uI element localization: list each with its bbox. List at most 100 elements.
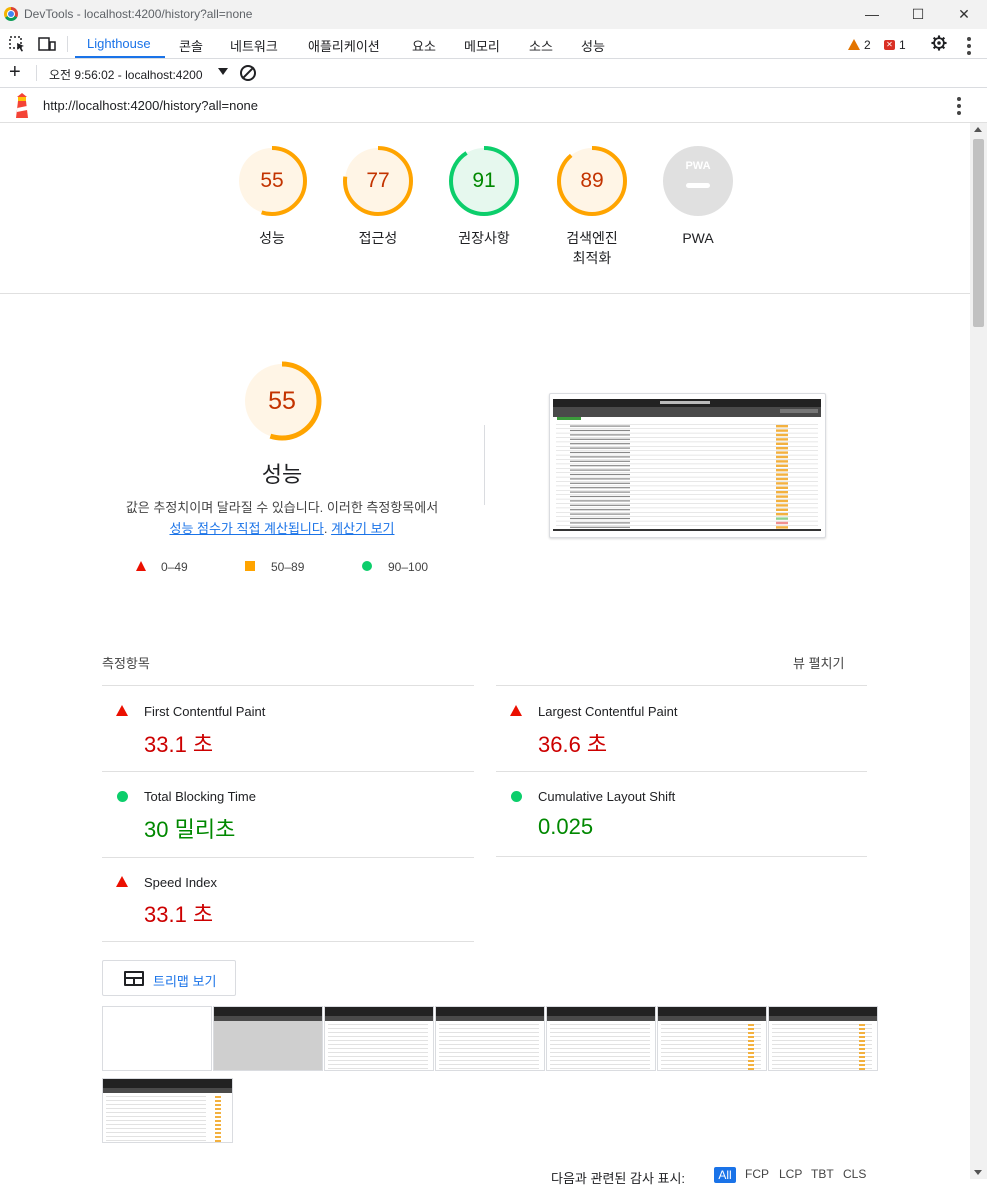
minimize-button[interactable]: — <box>861 4 883 24</box>
scroll-down-icon[interactable] <box>974 1170 982 1175</box>
report-scrollbar[interactable] <box>970 123 987 1179</box>
toolbar-divider <box>67 36 68 52</box>
filmstrip-frame <box>546 1006 656 1071</box>
tab-lighthouse[interactable]: Lighthouse <box>87 36 151 51</box>
tab-performance[interactable]: 성능 <box>581 36 605 55</box>
gauge-best-practices[interactable]: 91 <box>448 145 520 217</box>
new-report-icon[interactable]: + <box>9 62 21 82</box>
tab-memory[interactable]: 메모리 <box>464 36 500 55</box>
filmstrip-frame <box>435 1006 545 1071</box>
view-treemap-label: 트리맵 보기 <box>153 974 217 989</box>
gauge-label-performance[interactable]: 성능 <box>212 228 332 248</box>
gauge-label-best-practices[interactable]: 권장사항 <box>424 228 544 248</box>
category-description: 값은 추정치이며 달라질 수 있습니다. 이러한 측정항목에서 성능 점수가 직… <box>125 500 439 536</box>
category-title: 성능 <box>261 462 303 487</box>
warning-icon[interactable] <box>848 39 860 50</box>
gauges-divider <box>0 293 970 294</box>
metric-value-lcp: 36.6 초 <box>538 732 608 757</box>
report-url: http://localhost:4200/history?all=none <box>43 98 259 113</box>
gauge-score: 91 <box>472 169 496 192</box>
chrome-logo-icon <box>4 7 18 21</box>
filmstrip-frame <box>102 1078 233 1143</box>
metric-fail-icon <box>116 705 128 716</box>
treemap-icon <box>124 971 144 986</box>
error-icon[interactable]: ✕ <box>884 40 895 50</box>
scroll-up-icon[interactable] <box>974 127 982 132</box>
error-count[interactable]: 1 <box>899 38 906 52</box>
metrics-header: 측정항목 <box>102 656 150 671</box>
filmstrip-frame <box>102 1006 212 1071</box>
metric-divider <box>496 685 867 686</box>
performance-score: 55 <box>268 387 296 415</box>
clear-reports-icon[interactable] <box>240 65 256 81</box>
metric-divider <box>102 857 474 858</box>
metric-name-si: Speed Index <box>144 875 218 890</box>
metric-name-lcp: Largest Contentful Paint <box>538 704 678 719</box>
tab-elements[interactable]: 요소 <box>412 36 436 55</box>
metric-pass-icon <box>117 791 128 802</box>
scrollbar-thumb[interactable] <box>973 139 984 327</box>
settings-gear-icon[interactable] <box>930 35 948 51</box>
gauge-seo[interactable]: 89 <box>556 145 628 217</box>
devtools-more-icon[interactable] <box>967 37 971 58</box>
device-toolbar-icon[interactable] <box>38 36 56 52</box>
final-screenshot[interactable] <box>549 393 826 538</box>
metric-name-cls: Cumulative Layout Shift <box>538 789 676 804</box>
metric-value-si: 33.1 초 <box>144 902 214 927</box>
gauge-label-pwa[interactable]: PWA <box>638 228 758 248</box>
toolbar-divider <box>36 65 37 81</box>
metric-name-fcp: First Contentful Paint <box>144 704 266 719</box>
tab-console[interactable]: 콘솔 <box>179 36 203 55</box>
category-vertical-divider <box>484 425 485 505</box>
audit-filter-label: 다음과 관련된 감사 표시: <box>551 1171 686 1186</box>
legend-average-icon <box>245 561 255 571</box>
gauge-score: 89 <box>580 169 604 192</box>
tab-application[interactable]: 애플리케이션 <box>308 36 380 55</box>
report-selector[interactable]: 오전 9:56:02 - localhost:4200 <box>49 66 203 83</box>
filter-chip-all[interactable]: All <box>714 1167 736 1183</box>
lighthouse-toolbar: + 오전 9:56:02 - localhost:4200 <box>0 59 987 88</box>
metric-divider <box>496 771 867 772</box>
gauge-label-accessibility[interactable]: 접근성 <box>318 228 438 248</box>
filmstrip-frame <box>213 1006 323 1071</box>
legend-average-range: 50–89 <box>271 560 305 574</box>
gauge-pwa[interactable]: PWA <box>662 145 734 217</box>
gauge-score: 77 <box>366 169 390 192</box>
gauge-accessibility[interactable]: 77 <box>342 145 414 217</box>
warning-count[interactable]: 2 <box>864 38 871 52</box>
gauge-score: 55 <box>260 169 284 192</box>
gauge-score <box>662 145 734 217</box>
metric-divider <box>102 941 474 942</box>
metric-pass-icon <box>511 791 522 802</box>
tab-network[interactable]: 네트워크 <box>230 36 278 55</box>
legend-pass-icon <box>362 561 372 571</box>
filmstrip-frame <box>657 1006 767 1071</box>
gauge-performance[interactable]: 55 <box>236 145 308 217</box>
filmstrip-frame <box>768 1006 878 1071</box>
report-url-bar: http://localhost:4200/history?all=none <box>0 88 987 123</box>
performance-gauge-large: 55 <box>242 361 322 441</box>
report-menu-icon[interactable] <box>957 97 961 118</box>
tab-sources[interactable]: 소스 <box>529 36 553 55</box>
metric-fail-icon <box>116 876 128 887</box>
final-screenshot-image <box>553 399 821 531</box>
filmstrip-frame <box>324 1006 434 1071</box>
devtools-tabbar: Lighthouse 콘솔 네트워크 애플리케이션 요소 메모리 소스 성능 2… <box>0 29 987 59</box>
legend-pass-range: 90–100 <box>388 560 429 574</box>
metric-value-fcp: 33.1 초 <box>144 732 214 757</box>
gauge-label-seo[interactable]: 검색엔진 최적화 <box>532 228 652 268</box>
category-description-text: 값은 추정치이며 달라질 수 있습니다. 이러한 측정항목에서 <box>125 500 439 515</box>
metric-divider <box>102 771 474 772</box>
metric-divider <box>496 856 867 857</box>
view-treemap-button[interactable]: 트리맵 보기 <box>102 960 236 996</box>
calculator-link[interactable]: 계산기 보기 <box>331 521 394 536</box>
expand-view-toggle[interactable]: 뷰 펼치기 <box>793 653 844 672</box>
window-titlebar: DevTools - localhost:4200/history?all=no… <box>0 0 987 29</box>
legend-fail-icon <box>136 561 146 571</box>
inspect-element-icon[interactable] <box>9 36 27 52</box>
legend-fail-range: 0–49 <box>161 560 188 574</box>
maximize-button[interactable]: ☐ <box>907 4 929 24</box>
close-button[interactable]: ✕ <box>953 4 975 24</box>
chevron-down-icon[interactable] <box>218 68 228 75</box>
score-calculation-link[interactable]: 성능 점수가 직접 계산됩니다 <box>169 521 323 536</box>
